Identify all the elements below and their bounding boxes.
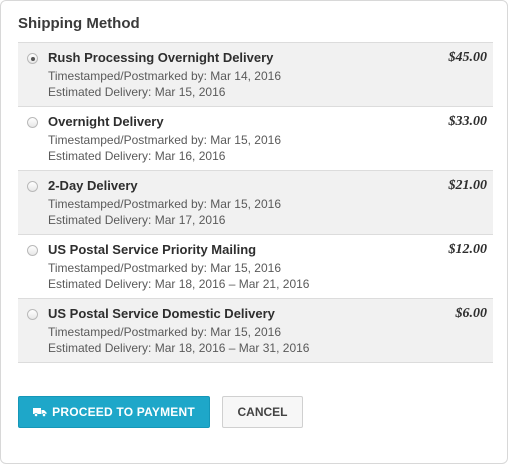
option-postmark-date: Timestamped/Postmarked by: Mar 15, 2016 (48, 261, 281, 275)
option-estimated-delivery: Estimated Delivery: Mar 16, 2016 (48, 149, 226, 163)
option-estimated-delivery: Estimated Delivery: Mar 17, 2016 (48, 213, 226, 227)
shipping-option-usps-priority[interactable]: US Postal Service Priority Mailing Times… (18, 235, 493, 299)
option-name: US Postal Service Domestic Delivery (48, 306, 275, 321)
option-price: $21.00 (448, 178, 488, 193)
option-postmark-date: Timestamped/Postmarked by: Mar 15, 2016 (48, 133, 281, 147)
option-postmark-date: Timestamped/Postmarked by: Mar 14, 2016 (48, 69, 281, 83)
proceed-to-payment-button[interactable]: PROCEED TO PAYMENT (18, 396, 210, 428)
option-name: US Postal Service Priority Mailing (48, 242, 257, 257)
cancel-button-label: CANCEL (237, 405, 288, 419)
cancel-button[interactable]: CANCEL (222, 396, 303, 428)
radio-button[interactable] (27, 53, 38, 64)
shipping-option-overnight[interactable]: Overnight Delivery Timestamped/Postmarke… (18, 107, 493, 171)
option-price: $6.00 (455, 306, 488, 321)
truck-icon (33, 407, 47, 417)
radio-button[interactable] (27, 309, 38, 320)
option-name: Overnight Delivery (48, 114, 164, 129)
section-title: Shipping Method (18, 15, 140, 32)
shipping-method-panel: Shipping Method Rush Processing Overnigh… (0, 0, 508, 464)
option-name: Rush Processing Overnight Delivery (48, 50, 274, 65)
proceed-button-label: PROCEED TO PAYMENT (52, 405, 195, 419)
option-postmark-date: Timestamped/Postmarked by: Mar 15, 2016 (48, 197, 281, 211)
shipping-option-rush-overnight[interactable]: Rush Processing Overnight Delivery Times… (18, 43, 493, 107)
option-price: $12.00 (448, 242, 488, 257)
shipping-options-list: Rush Processing Overnight Delivery Times… (18, 42, 493, 363)
option-price: $45.00 (448, 50, 488, 65)
radio-button[interactable] (27, 181, 38, 192)
shipping-option-2-day[interactable]: 2-Day Delivery Timestamped/Postmarked by… (18, 171, 493, 235)
shipping-option-usps-domestic[interactable]: US Postal Service Domestic Delivery Time… (18, 299, 493, 363)
option-estimated-delivery: Estimated Delivery: Mar 15, 2016 (48, 85, 226, 99)
option-estimated-delivery: Estimated Delivery: Mar 18, 2016 – Mar 2… (48, 277, 310, 291)
option-price: $33.00 (448, 114, 488, 129)
radio-button[interactable] (27, 245, 38, 256)
option-postmark-date: Timestamped/Postmarked by: Mar 15, 2016 (48, 325, 281, 339)
radio-button[interactable] (27, 117, 38, 128)
option-name: 2-Day Delivery (48, 178, 138, 193)
option-estimated-delivery: Estimated Delivery: Mar 18, 2016 – Mar 3… (48, 341, 310, 355)
